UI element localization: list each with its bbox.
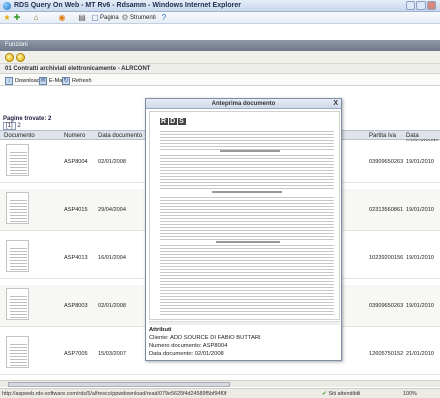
download-label: Download bbox=[15, 77, 40, 84]
document-thumbnail[interactable] bbox=[6, 288, 29, 320]
actions-toolbar: ↓ Download ✉ E-Mail ↻ Refresh bbox=[0, 74, 440, 86]
cell-data-caricamento: 19/01/2010 bbox=[406, 159, 434, 165]
cell-numero: ASP4013 bbox=[64, 255, 88, 261]
pager: [1] 2 bbox=[3, 122, 21, 130]
refresh-button[interactable]: ↻ Refresh bbox=[62, 76, 92, 85]
document-thumbnail[interactable] bbox=[6, 144, 29, 176]
status-bar: http://aspweb.rds-software.com/rds/5/alf… bbox=[0, 388, 440, 398]
cell-partita-iva: 03909650263 bbox=[369, 159, 404, 165]
print-icon[interactable]: ▤ bbox=[78, 14, 86, 22]
horizontal-scrollbar[interactable] bbox=[0, 380, 440, 387]
refresh-icon: ↻ bbox=[62, 76, 70, 85]
page-title-bar: 01 Contratti archiviati elettronicamente… bbox=[0, 64, 440, 74]
internet-explorer-icon bbox=[3, 2, 11, 10]
pager-page-link[interactable]: 2 bbox=[17, 123, 20, 129]
cell-data-documento: 29/04/2004 bbox=[98, 207, 126, 213]
cell-data-caricamento: 19/01/2010 bbox=[406, 207, 434, 213]
cell-numero: ASP8003 bbox=[64, 303, 88, 309]
document-preview-dialog: Anteprima documento X RDS Attributi Clie… bbox=[145, 98, 342, 361]
tools-gear-icon[interactable]: ⚙ bbox=[121, 14, 129, 22]
cell-numero: ASP4015 bbox=[64, 207, 88, 213]
funzioni-bar[interactable]: Funzioni bbox=[0, 40, 440, 51]
feeds-icon[interactable]: ◉ bbox=[58, 14, 66, 22]
cell-numero: ASP8004 bbox=[64, 159, 88, 165]
back-button[interactable] bbox=[5, 53, 14, 62]
document-thumbnail[interactable] bbox=[6, 240, 29, 272]
funzioni-label: Funzioni bbox=[5, 42, 28, 48]
cell-partita-iva: 03909650263 bbox=[369, 303, 404, 309]
status-url: http://aspweb.rds-software.com/rds/5/alf… bbox=[2, 391, 227, 397]
document-preview-image: RDS bbox=[149, 111, 340, 320]
column-header-documento[interactable]: Documento bbox=[4, 133, 35, 139]
security-zone[interactable]: Siti attendibili bbox=[322, 391, 361, 397]
cell-numero: ASP7005 bbox=[64, 351, 88, 357]
page-title: 01 Contratti archiviati elettronicamente… bbox=[5, 66, 151, 72]
cell-data-caricamento: 19/01/2010 bbox=[406, 255, 434, 261]
preview-title-bar[interactable]: Anteprima documento X bbox=[146, 99, 341, 109]
add-favorites-icon[interactable]: ✚ bbox=[13, 14, 21, 22]
download-button[interactable]: ↓ Download bbox=[5, 76, 40, 85]
rds-logo: RDS bbox=[160, 118, 186, 125]
preview-horizontal-scrollbar[interactable] bbox=[149, 321, 340, 325]
cell-data-documento: 16/01/2004 bbox=[98, 255, 126, 261]
attribute-data: Data documento: 02/01/2008 bbox=[149, 351, 224, 357]
cell-data-documento: 02/01/2008 bbox=[98, 303, 126, 309]
refresh-label: Refresh bbox=[72, 77, 92, 84]
cell-partita-iva: 02313560861 bbox=[369, 207, 404, 213]
nav-row bbox=[0, 51, 440, 64]
page-menu-icon[interactable]: ▢ bbox=[91, 14, 99, 22]
cell-partita-iva: 12605750152 bbox=[369, 351, 404, 357]
close-preview-button[interactable]: X bbox=[333, 100, 338, 107]
attribute-numero: Numero documento: ASP8004 bbox=[149, 343, 228, 349]
favorites-star-icon[interactable]: ★ bbox=[3, 14, 11, 22]
home-icon[interactable]: ⌂ bbox=[32, 14, 40, 22]
cell-data-documento: 02/01/2008 bbox=[98, 159, 126, 165]
pager-current-page[interactable]: [1] bbox=[3, 122, 16, 130]
close-window-button[interactable] bbox=[426, 1, 436, 10]
document-thumbnail[interactable] bbox=[6, 336, 29, 368]
attributes-heading: Attributi bbox=[149, 327, 172, 333]
document-text-lines bbox=[160, 129, 334, 317]
window-title-bar: RDS Query On Web - MT Rv6 - Rdsamm - Win… bbox=[0, 0, 440, 12]
column-header-partita-iva[interactable]: Partita Iva bbox=[369, 133, 396, 139]
maximize-button[interactable] bbox=[416, 1, 426, 10]
download-icon: ↓ bbox=[5, 76, 13, 85]
cell-data-caricamento: 19/01/2010 bbox=[406, 303, 434, 309]
email-button[interactable]: ✉ E-Mail bbox=[39, 76, 65, 85]
scrollbar-thumb[interactable] bbox=[8, 382, 230, 387]
email-icon: ✉ bbox=[39, 76, 47, 85]
browser-command-bar: ★ ✚ ⌂ ◉ ▤ ▢ Pagina ⚙ Strumenti ? bbox=[0, 12, 440, 24]
tools-menu-label[interactable]: Strumenti bbox=[130, 15, 156, 21]
cell-data-documento: 15/03/2007 bbox=[98, 351, 126, 357]
minimize-button[interactable] bbox=[406, 1, 416, 10]
help-icon[interactable]: ? bbox=[160, 14, 168, 22]
cell-data-caricamento: 21/01/2010 bbox=[406, 351, 434, 357]
page-menu-label[interactable]: Pagina bbox=[100, 15, 119, 21]
preview-attributes: Attributi Cliente: ADD SOURCE DI FABIO B… bbox=[149, 326, 340, 358]
window-title: RDS Query On Web - MT Rv6 - Rdsamm - Win… bbox=[14, 2, 241, 9]
window-controls bbox=[406, 1, 436, 10]
forward-button[interactable] bbox=[16, 53, 25, 62]
zoom-level[interactable]: 100% bbox=[403, 391, 417, 397]
preview-title: Anteprima documento bbox=[211, 101, 276, 107]
document-thumbnail[interactable] bbox=[6, 192, 29, 224]
column-header-data-documento[interactable]: Data documento bbox=[98, 133, 142, 139]
attribute-cliente: Cliente: ADD SOURCE DI FABIO BUTTARI bbox=[149, 335, 261, 341]
cell-partita-iva: 10239200156 bbox=[369, 255, 404, 261]
column-header-numero[interactable]: Numero bbox=[64, 133, 85, 139]
